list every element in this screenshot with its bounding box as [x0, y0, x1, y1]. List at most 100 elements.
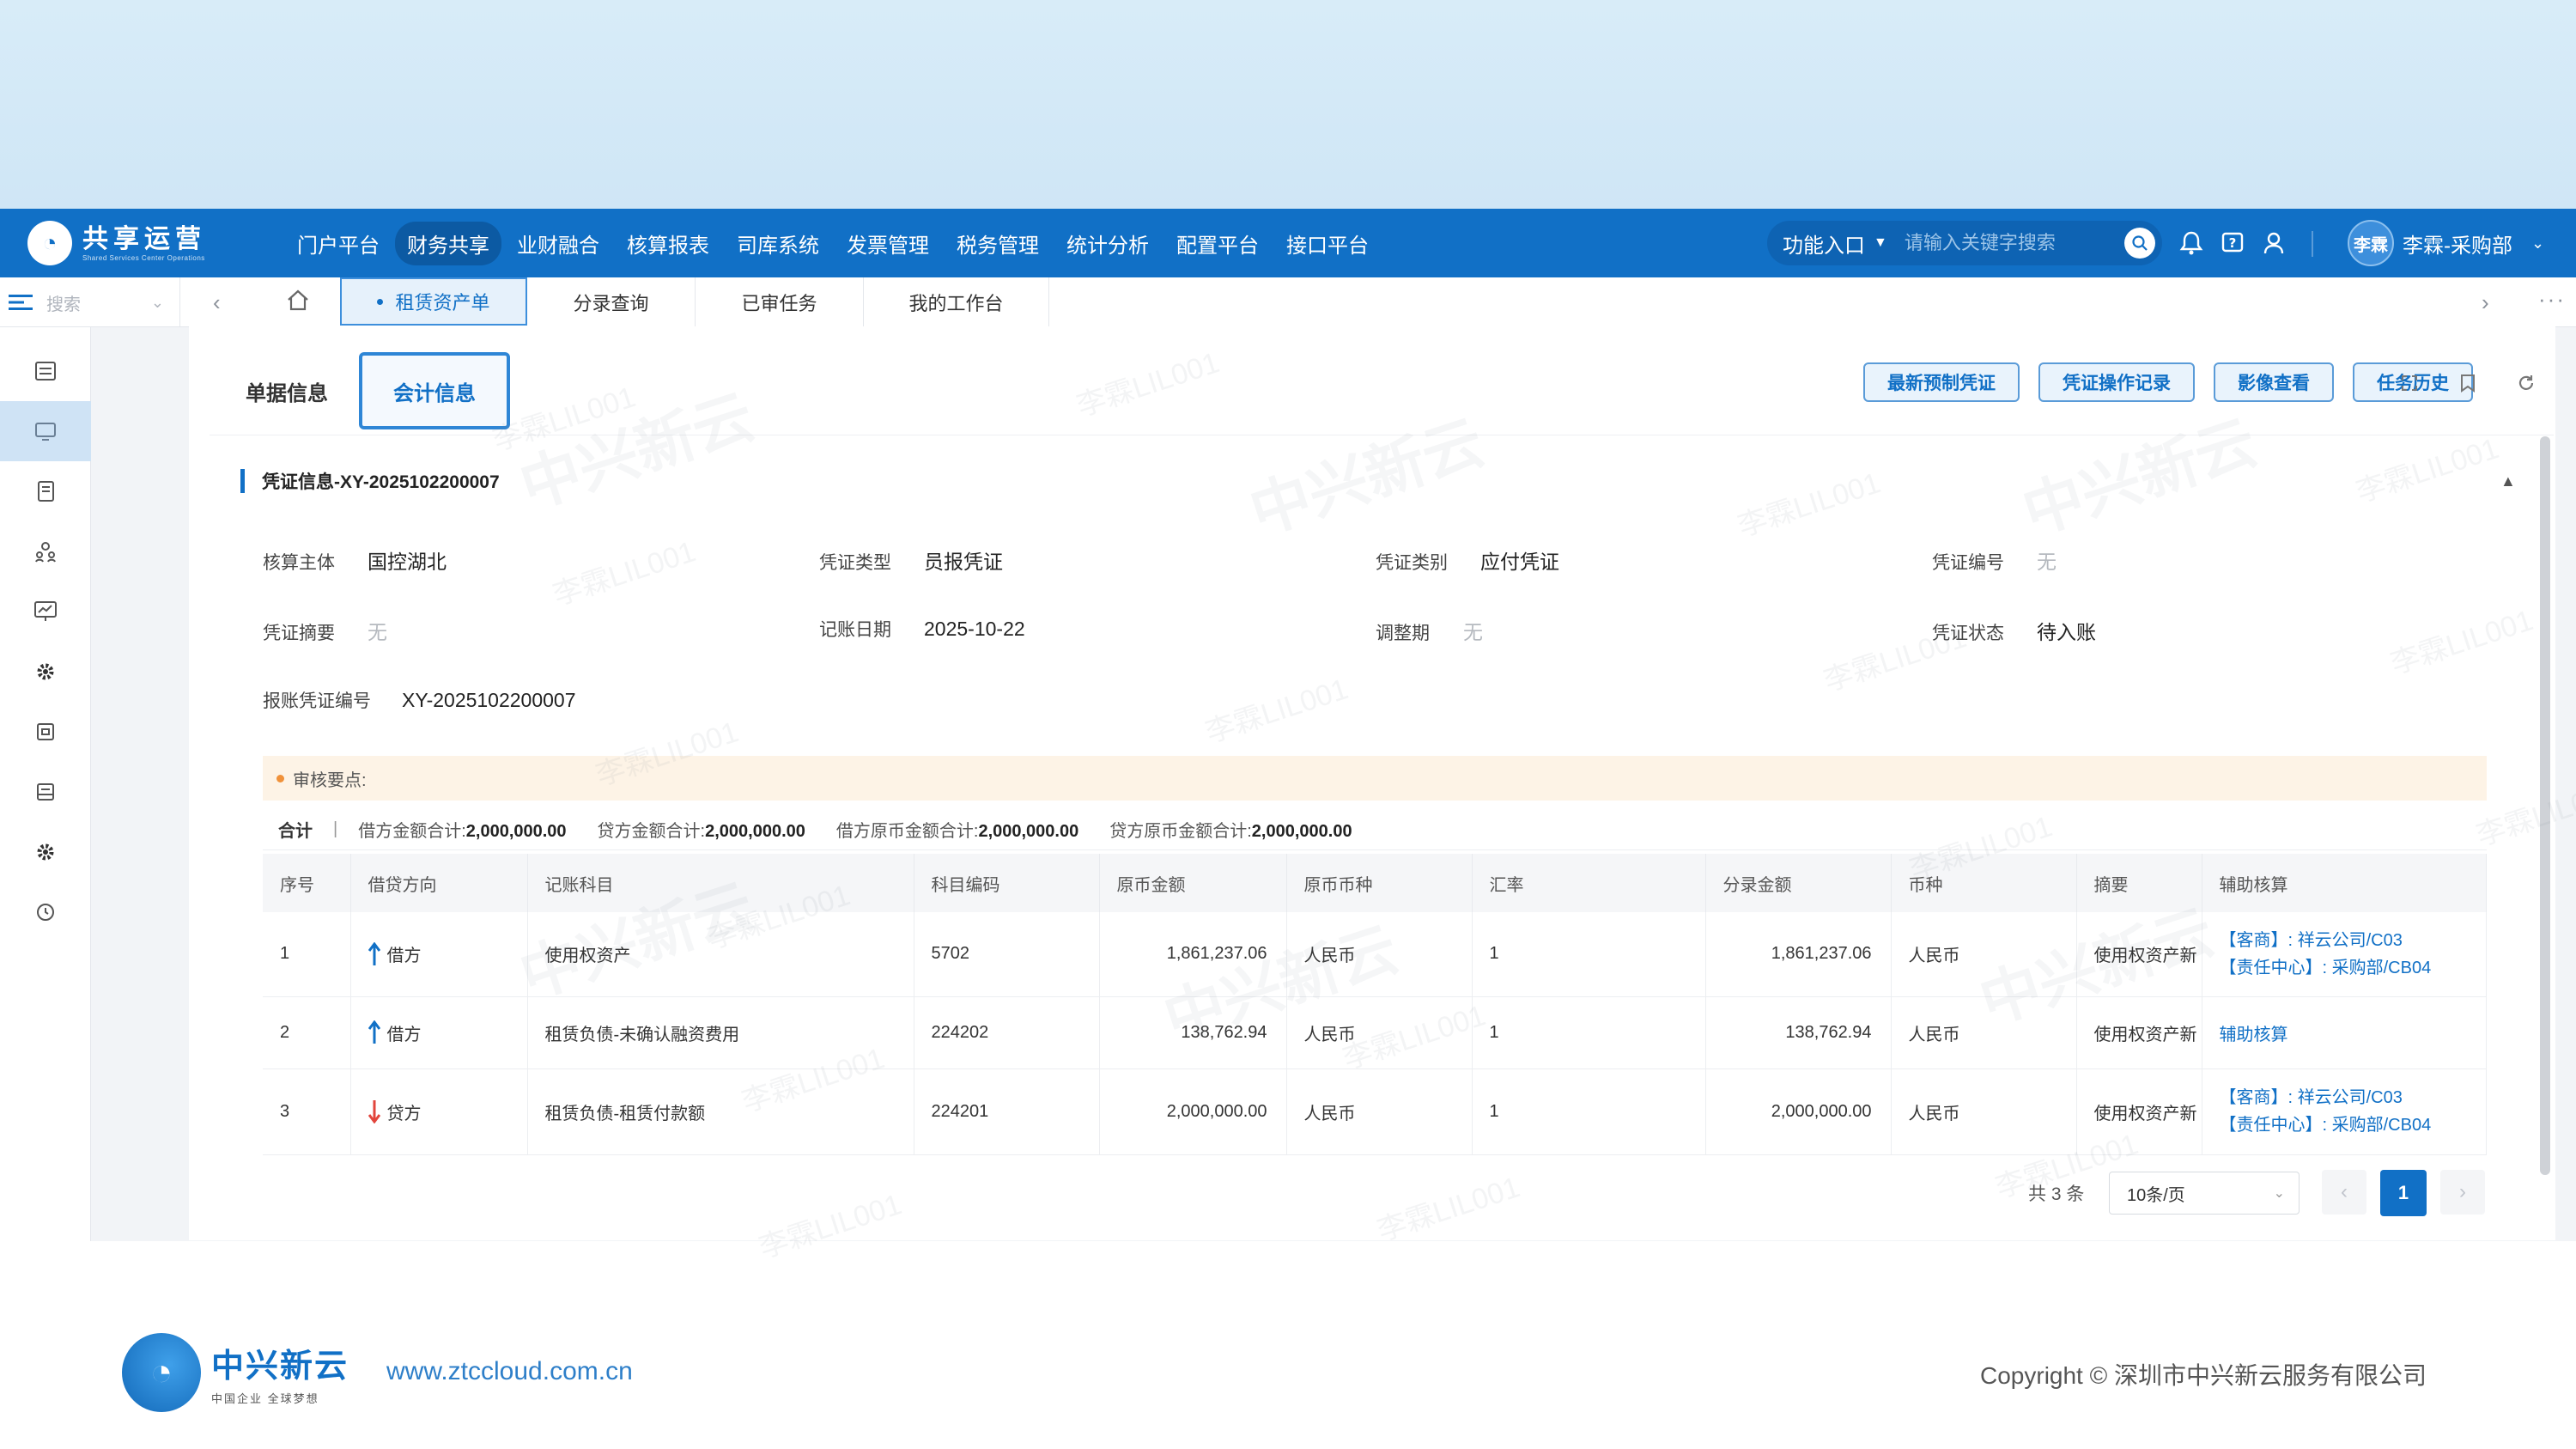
title-accent-bar: [240, 469, 245, 493]
user-settings-icon[interactable]: [2258, 226, 2293, 260]
cell-aux[interactable]: 【客商】: 祥云公司/C03 【责任中心】: 采购部/CB04: [2202, 912, 2487, 997]
table-row[interactable]: 3 贷方 租赁负债-租赁付款额 224201 2,000,000.00 人民币 …: [263, 1068, 2487, 1155]
aux-customer-link[interactable]: 【客商】: 祥云公司/C03: [2220, 1084, 2487, 1111]
nav-item-config[interactable]: 配置平台: [1164, 222, 1271, 265]
cell-amount: 2,000,000.00: [1705, 1068, 1892, 1155]
nav-item-portal[interactable]: 门户平台: [285, 222, 392, 265]
function-entry-dropdown[interactable]: 功能入口 ▼: [1767, 228, 1887, 259]
aux-accounting-link[interactable]: 辅助核算: [2220, 1026, 2288, 1044]
cell-summary: 使用权资产新: [2076, 996, 2202, 1069]
page-size-select[interactable]: 10条/页 ⌄: [2109, 1172, 2300, 1215]
image-view-button[interactable]: 影像查看: [2214, 362, 2334, 402]
prev-page-button[interactable]: ‹: [2322, 1170, 2366, 1215]
next-page-button[interactable]: ›: [2440, 1170, 2485, 1215]
collapse-up-icon[interactable]: ▲: [2500, 472, 2516, 490]
home-icon[interactable]: [285, 288, 311, 318]
col-subject: 记账科目: [527, 854, 914, 912]
tab-next-icon[interactable]: ›: [2482, 289, 2489, 316]
tab-reviewed-tasks[interactable]: 已审任务: [696, 277, 864, 327]
aux-costcenter-link[interactable]: 【责任中心】: 采购部/CB04: [2220, 954, 2487, 982]
tab-label: 租赁资产单: [395, 292, 490, 314]
sidebar-item-monitor[interactable]: [0, 401, 91, 461]
field-value: XY-2025102200007: [402, 689, 576, 711]
nav-item-invoice[interactable]: 发票管理: [835, 222, 941, 265]
sidebar-item-inbox[interactable]: [0, 762, 91, 822]
brand[interactable]: ◔ 共享运营 Shared Services Center Operations: [27, 221, 259, 265]
sidebar-item-dashboard[interactable]: [0, 581, 91, 642]
tab-my-workbench[interactable]: 我的工作台: [864, 277, 1049, 327]
more-icon[interactable]: ···: [2538, 286, 2566, 313]
sidebar-item-org[interactable]: [0, 521, 91, 581]
sidebar-search[interactable]: 搜索 ⌄: [0, 277, 180, 327]
sidebar-item-documents[interactable]: [0, 341, 91, 401]
tab-accounting-info[interactable]: 会计信息: [359, 352, 510, 429]
brand-subtitle: Shared Services Center Operations: [82, 253, 205, 262]
cell-subject: 租赁负债-租赁付款额: [527, 1068, 914, 1155]
nav-item-interface[interactable]: 接口平台: [1274, 222, 1381, 265]
menu-icon[interactable]: [9, 294, 33, 311]
cell-subject: 使用权资产: [527, 912, 914, 997]
table-row[interactable]: 1 借方 使用权资产 5702 1,861,237.06 人民币 1 1,861…: [263, 912, 2487, 997]
bullet-dot-icon: [276, 774, 284, 782]
help-icon[interactable]: ?: [2215, 226, 2250, 260]
table-row[interactable]: 2 借方 租赁负债-未确认融资费用 224202 138,762.94 人民币 …: [263, 996, 2487, 1069]
tab-prev-icon[interactable]: ‹: [213, 289, 221, 316]
field-label: 报账凭证编号: [263, 691, 371, 711]
arrow-up-icon: [368, 1020, 380, 1044]
left-sidebar: [0, 327, 91, 1241]
sidebar-item-settings-2[interactable]: [0, 822, 91, 882]
sidebar-item-settings-1[interactable]: [0, 642, 91, 702]
bell-icon[interactable]: [2174, 226, 2208, 260]
sidebar-item-history[interactable]: [0, 882, 91, 942]
tab-entry-query[interactable]: 分录查询: [527, 277, 696, 327]
field-label: 记账日期: [819, 620, 891, 640]
nav-item-statistics[interactable]: 统计分析: [1054, 222, 1161, 265]
cell-orig-currency: 人民币: [1286, 1068, 1473, 1155]
footer-url-link[interactable]: www.ztccloud.com.cn: [386, 1357, 633, 1386]
field-label: 核算主体: [263, 553, 335, 573]
ztc-logo-icon: ◔: [122, 1333, 201, 1412]
page-number-current[interactable]: 1: [2380, 1170, 2427, 1216]
field-value: 无: [2037, 551, 2057, 573]
list-icon: [35, 362, 56, 381]
nav-item-treasury[interactable]: 司库系统: [725, 222, 831, 265]
archive-icon: [37, 723, 54, 740]
aux-customer-link[interactable]: 【客商】: 祥云公司/C03: [2220, 927, 2487, 954]
col-summary: 摘要: [2076, 854, 2202, 912]
cell-aux[interactable]: 【客商】: 祥云公司/C03 【责任中心】: 采购部/CB04: [2202, 1068, 2487, 1155]
cell-orig-amount: 138,762.94: [1099, 996, 1287, 1069]
nav-item-finance-share[interactable]: 财务共享: [395, 221, 501, 265]
refresh-icon[interactable]: [2514, 371, 2538, 395]
fullscreen-icon[interactable]: [2397, 371, 2421, 395]
tab-lease-asset[interactable]: 租赁资产单: [340, 277, 527, 326]
bookmark-icon[interactable]: [2456, 371, 2480, 395]
aux-costcenter-link[interactable]: 【责任中心】: 采购部/CB04: [2220, 1111, 2487, 1139]
col-no: 序号: [263, 854, 351, 912]
field-voucher-number: 凭证编号 无: [1932, 545, 2057, 575]
search-icon[interactable]: [2124, 228, 2155, 259]
cell-orig-amount: 1,861,237.06: [1099, 912, 1287, 997]
scrollbar-thumb[interactable]: [2540, 436, 2550, 1175]
nav-item-tax[interactable]: 税务管理: [945, 222, 1051, 265]
field-value: 无: [1463, 621, 1483, 643]
nav-item-accounting-reports[interactable]: 核算报表: [615, 222, 721, 265]
cell-rate: 1: [1472, 996, 1706, 1069]
sidebar-item-notes[interactable]: [0, 461, 91, 521]
user-menu[interactable]: 李霖 李霖-采购部 ⌄: [2348, 220, 2544, 266]
voucher-log-button[interactable]: 凭证操作记录: [2038, 362, 2195, 402]
col-orig-currency: 原币币种: [1286, 854, 1473, 912]
sidebar-search-label: 搜索: [46, 295, 81, 314]
header-search-input[interactable]: [1904, 232, 2102, 254]
arrow-down-icon: [368, 1100, 380, 1123]
col-code: 科目编码: [914, 854, 1100, 912]
sidebar-item-archive[interactable]: [0, 702, 91, 762]
nav-item-business-finance[interactable]: 业财融合: [505, 222, 611, 265]
cell-aux[interactable]: 辅助核算: [2202, 996, 2487, 1069]
field-value: 待入账: [2037, 621, 2096, 643]
totals-bar: 合计 | 借方金额合计:2,000,000.00 贷方金额合计:2,000,00…: [263, 809, 2487, 850]
latest-voucher-button[interactable]: 最新预制凭证: [1863, 362, 2020, 402]
field-voucher-status: 凭证状态 待入账: [1932, 616, 2096, 645]
top-banner: [0, 0, 2576, 209]
tab-document-info[interactable]: 单据信息: [215, 352, 359, 429]
cell-code: 224201: [914, 1068, 1100, 1155]
